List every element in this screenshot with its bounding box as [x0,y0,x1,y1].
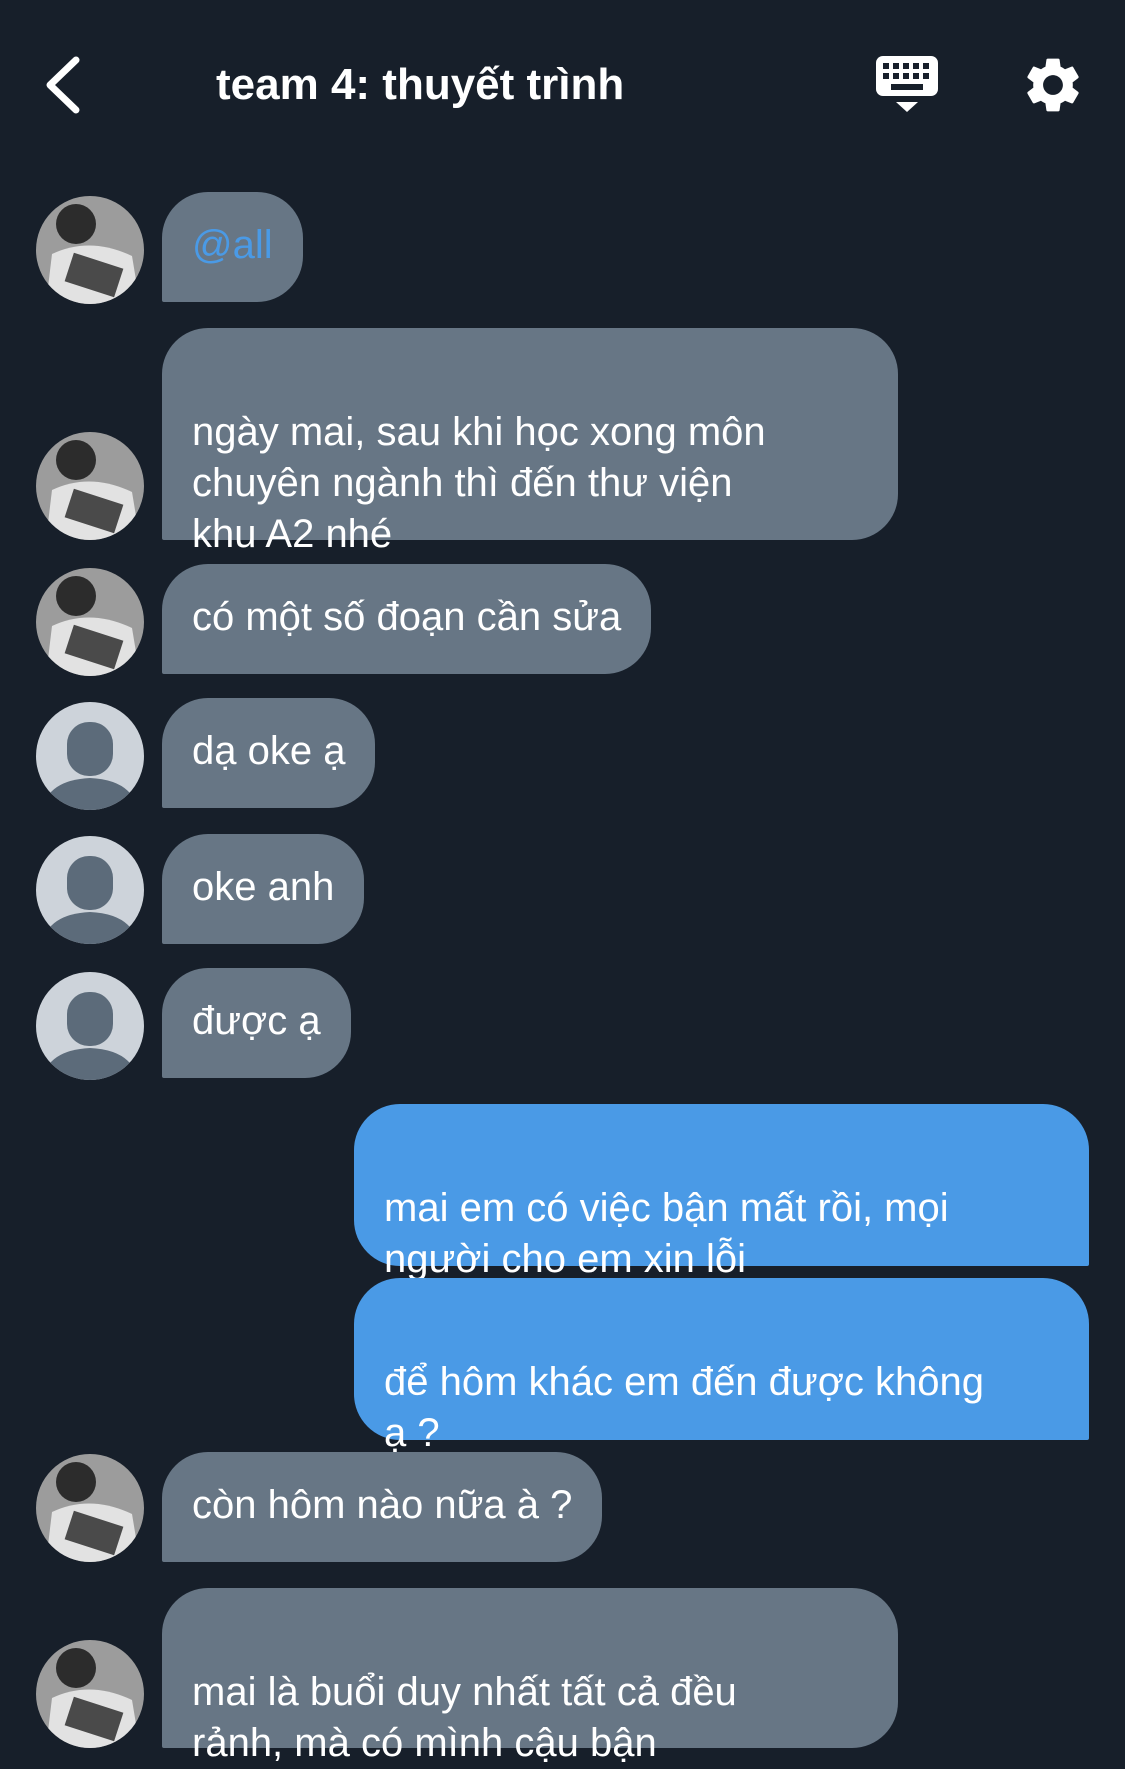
message-bubble-incoming[interactable]: có một số đoạn cần sửa [162,564,652,674]
keyboard-button[interactable] [874,52,940,118]
message-bubble-outgoing[interactable]: để hôm khác em đến được không ạ ? [354,1278,1089,1455]
avatar[interactable] [36,972,144,1080]
avatar[interactable] [36,432,144,540]
settings-button[interactable] [1020,52,1086,118]
message-bubble-incoming[interactable]: mai là buổi duy nhất tất cả đều rảnh, mà… [162,1588,898,1765]
message-text: có một số đoạn cần sửa [192,595,622,639]
message-bubble-incoming[interactable]: oke anh [162,834,365,944]
avatar[interactable] [36,568,144,676]
message-bubble-incoming[interactable]: @all [162,192,303,302]
message-bubble-outgoing[interactable]: mai em có việc bận mất rồi, mọi người ch… [354,1104,1089,1281]
message-bubble-incoming[interactable]: còn hôm nào nữa à ? [162,1452,603,1562]
message-bubble-incoming[interactable]: dạ oke ạ [162,698,376,808]
message-text: mai em có việc bận mất rồi, mọi người ch… [384,1186,949,1281]
user-photo-avatar [36,1454,144,1562]
message-text: mai là buổi duy nhất tất cả đều rảnh, mà… [192,1670,737,1765]
message-text: ngày mai, sau khi học xong môn chuyên ng… [192,410,766,556]
back-button[interactable] [40,52,90,122]
message-bubble-incoming[interactable]: ngày mai, sau khi học xong môn chuyên ng… [162,328,898,556]
chevron-left-icon [46,56,80,114]
chat-title: team 4: thuyết trình [216,60,625,109]
user-photo-avatar [36,1640,144,1748]
default-user-avatar-icon [36,972,144,1080]
user-photo-avatar [36,568,144,676]
message-text: còn hôm nào nữa à ? [192,1483,573,1527]
gear-icon [1027,58,1079,112]
message-text: oke anh [192,865,335,909]
message-text: để hôm khác em đến được không ạ ? [384,1360,985,1455]
chat-header: team 4: thuyết trình [0,0,1125,170]
default-user-avatar-icon [36,836,144,944]
mention-text[interactable]: @all [192,223,273,267]
user-photo-avatar [36,196,144,304]
user-photo-avatar [36,432,144,540]
avatar[interactable] [36,702,144,810]
message-text: được ạ [192,999,321,1043]
avatar[interactable] [36,1640,144,1748]
keyboard-icon [876,56,938,112]
default-user-avatar-icon [36,702,144,810]
avatar[interactable] [36,836,144,944]
message-text: dạ oke ạ [192,729,346,773]
message-bubble-incoming[interactable]: được ạ [162,968,351,1078]
avatar[interactable] [36,1454,144,1562]
avatar[interactable] [36,196,144,304]
